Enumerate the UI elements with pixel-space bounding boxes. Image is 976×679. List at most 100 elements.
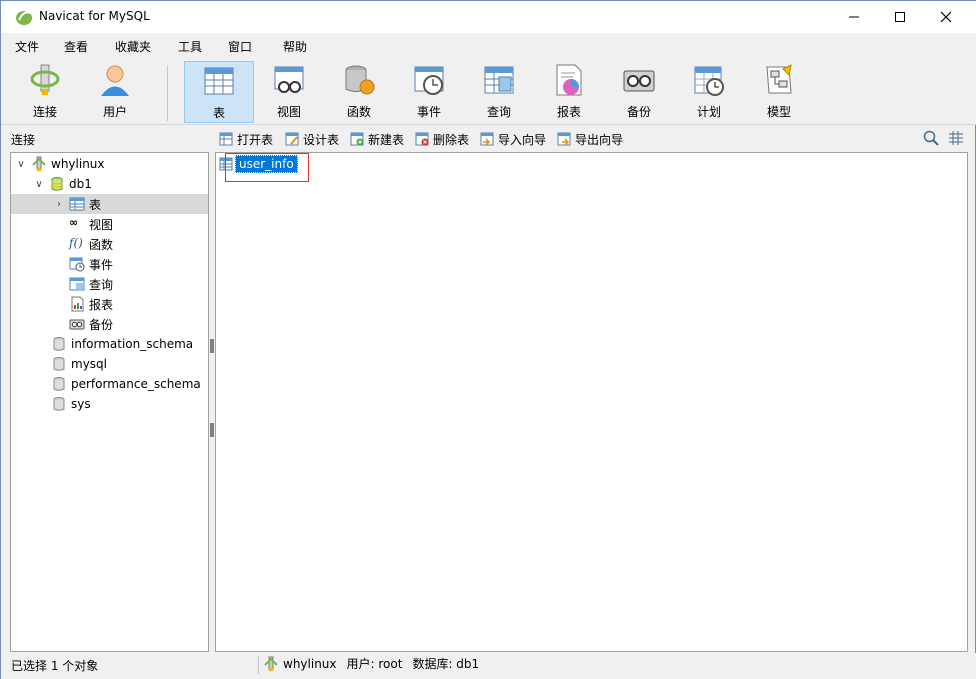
toolbar-separator bbox=[167, 65, 168, 121]
search-icon[interactable] bbox=[923, 130, 939, 146]
tree-item-reports-label: 报表 bbox=[89, 297, 114, 312]
tree-item-reports[interactable]: 报表 bbox=[11, 294, 208, 314]
grid-view-icon[interactable] bbox=[948, 130, 964, 146]
tree-database-db1[interactable]: ∨ db1 bbox=[11, 174, 208, 194]
tree-item-tables[interactable]: › 表 bbox=[11, 194, 208, 214]
toolbar-user-button[interactable]: 用户 bbox=[84, 61, 146, 121]
toolbar-report-button[interactable]: 报表 bbox=[538, 61, 600, 121]
design-table-icon bbox=[285, 132, 299, 146]
table-icon bbox=[204, 67, 234, 95]
import-wizard-button[interactable]: 导入向导 bbox=[480, 130, 546, 148]
toolbar-table-button[interactable]: 表 bbox=[184, 61, 254, 123]
import-wizard-label: 导入向导 bbox=[498, 132, 547, 147]
toolbar-schedule-label: 计划 bbox=[696, 105, 721, 119]
toolbar-function-button[interactable]: 函数 bbox=[328, 61, 390, 121]
tree-item-views[interactable]: ∞ 视图 bbox=[11, 214, 208, 234]
new-table-label: 新建表 bbox=[368, 132, 405, 147]
toolbar-query-label: 查询 bbox=[486, 105, 511, 119]
schedule-icon bbox=[694, 66, 724, 96]
object-list-panel: user_info bbox=[215, 152, 968, 652]
menu-favorites[interactable]: 收藏夹 bbox=[115, 38, 151, 55]
design-table-label: 设计表 bbox=[303, 132, 340, 147]
tree-database-label: sys bbox=[71, 397, 91, 411]
menu-view[interactable]: 查看 bbox=[64, 38, 88, 55]
menu-window[interactable]: 窗口 bbox=[228, 38, 252, 55]
status-connection-name: whylinux bbox=[283, 656, 337, 671]
highlight-annotation-box bbox=[225, 153, 309, 182]
tree-connection-label: whylinux bbox=[51, 157, 105, 171]
tree-database-label: information_schema bbox=[71, 337, 194, 351]
tree-database-performance-schema[interactable]: performance_schema bbox=[11, 374, 208, 394]
toolbar-event-button[interactable]: 事件 bbox=[398, 61, 460, 121]
new-table-button[interactable]: 新建表 bbox=[350, 130, 404, 148]
splitter-grip[interactable] bbox=[210, 423, 214, 437]
menu-file[interactable]: 文件 bbox=[15, 38, 39, 55]
tree-item-backups[interactable]: 备份 bbox=[11, 314, 208, 334]
tree-item-functions-label: 函数 bbox=[89, 237, 114, 252]
report-icon bbox=[556, 64, 582, 96]
toolbar-schedule-button[interactable]: 计划 bbox=[678, 61, 740, 121]
tree-database-information-schema[interactable]: information_schema bbox=[11, 334, 208, 354]
splitter-grip[interactable] bbox=[210, 339, 214, 353]
menu-tools[interactable]: 工具 bbox=[178, 38, 202, 55]
toolbar-model-button[interactable]: 模型 bbox=[748, 61, 810, 121]
report-icon bbox=[71, 296, 84, 312]
connection-icon bbox=[32, 156, 46, 171]
view-icon bbox=[274, 66, 304, 93]
chevron-right-icon[interactable]: › bbox=[53, 199, 65, 210]
status-user: 用户: root bbox=[346, 657, 403, 671]
delete-table-button[interactable]: 删除表 bbox=[415, 130, 469, 148]
tree-connection-whylinux[interactable]: ∨ whylinux bbox=[11, 154, 208, 174]
connections-header: 连接 bbox=[11, 133, 36, 147]
menu-bar: 文件 查看 收藏夹 工具 窗口 帮助 bbox=[1, 33, 976, 57]
backup-icon bbox=[69, 319, 85, 330]
tree-item-queries-label: 查询 bbox=[89, 277, 114, 292]
tree-item-queries[interactable]: 查询 bbox=[11, 274, 208, 294]
toolbar-backup-label: 备份 bbox=[626, 105, 651, 119]
export-wizard-icon bbox=[557, 132, 571, 146]
database-icon bbox=[53, 377, 65, 391]
chevron-down-icon[interactable]: ∨ bbox=[15, 159, 27, 170]
tree-item-events-label: 事件 bbox=[89, 257, 114, 272]
event-icon bbox=[69, 257, 85, 272]
tree-item-events[interactable]: 事件 bbox=[11, 254, 208, 274]
toolbar-view-button[interactable]: 视图 bbox=[258, 61, 320, 121]
tree-database-sys[interactable]: sys bbox=[11, 394, 208, 414]
toolbar-query-button[interactable]: 查询 bbox=[468, 61, 530, 121]
view-icon: ∞ bbox=[69, 216, 79, 229]
new-table-icon bbox=[350, 132, 364, 146]
design-table-button[interactable]: 设计表 bbox=[285, 130, 339, 148]
maximize-button[interactable] bbox=[877, 1, 923, 33]
close-button[interactable] bbox=[923, 1, 969, 33]
chevron-down-icon[interactable]: ∨ bbox=[33, 179, 45, 190]
tree-database-mysql[interactable]: mysql bbox=[11, 354, 208, 374]
menu-help[interactable]: 帮助 bbox=[283, 38, 307, 55]
database-icon bbox=[53, 357, 65, 371]
open-table-icon bbox=[219, 132, 233, 146]
toolbar-model-label: 模型 bbox=[766, 105, 791, 119]
open-table-button[interactable]: 打开表 bbox=[219, 130, 273, 148]
open-table-label: 打开表 bbox=[237, 132, 274, 147]
maximize-icon bbox=[895, 12, 905, 22]
delete-table-label: 删除表 bbox=[433, 132, 470, 147]
toolbar-report-label: 报表 bbox=[556, 105, 581, 119]
tree-database-label: performance_schema bbox=[71, 377, 201, 391]
toolbar-event-label: 事件 bbox=[416, 105, 441, 119]
connection-icon bbox=[264, 656, 278, 671]
event-icon bbox=[414, 66, 444, 95]
toolbar-connection-button[interactable]: 连接 bbox=[14, 61, 76, 121]
close-icon bbox=[940, 11, 952, 23]
function-icon bbox=[345, 65, 375, 95]
user-icon bbox=[101, 65, 129, 96]
toolbar-user-label: 用户 bbox=[102, 105, 127, 119]
toolbar-backup-button[interactable]: 备份 bbox=[608, 61, 670, 121]
window-title: Navicat for MySQL bbox=[39, 9, 150, 23]
toolbar-connection-label: 连接 bbox=[32, 105, 57, 119]
export-wizard-button[interactable]: 导出向导 bbox=[557, 130, 623, 148]
title-bar: Navicat for MySQL bbox=[1, 1, 976, 33]
tree-item-functions[interactable]: f() 函数 bbox=[11, 234, 208, 254]
query-icon bbox=[484, 66, 514, 94]
tree-item-views-label: 视图 bbox=[89, 217, 114, 232]
minimize-button[interactable] bbox=[831, 1, 877, 33]
selection-status: 已选择 1 个对象 bbox=[11, 659, 99, 673]
